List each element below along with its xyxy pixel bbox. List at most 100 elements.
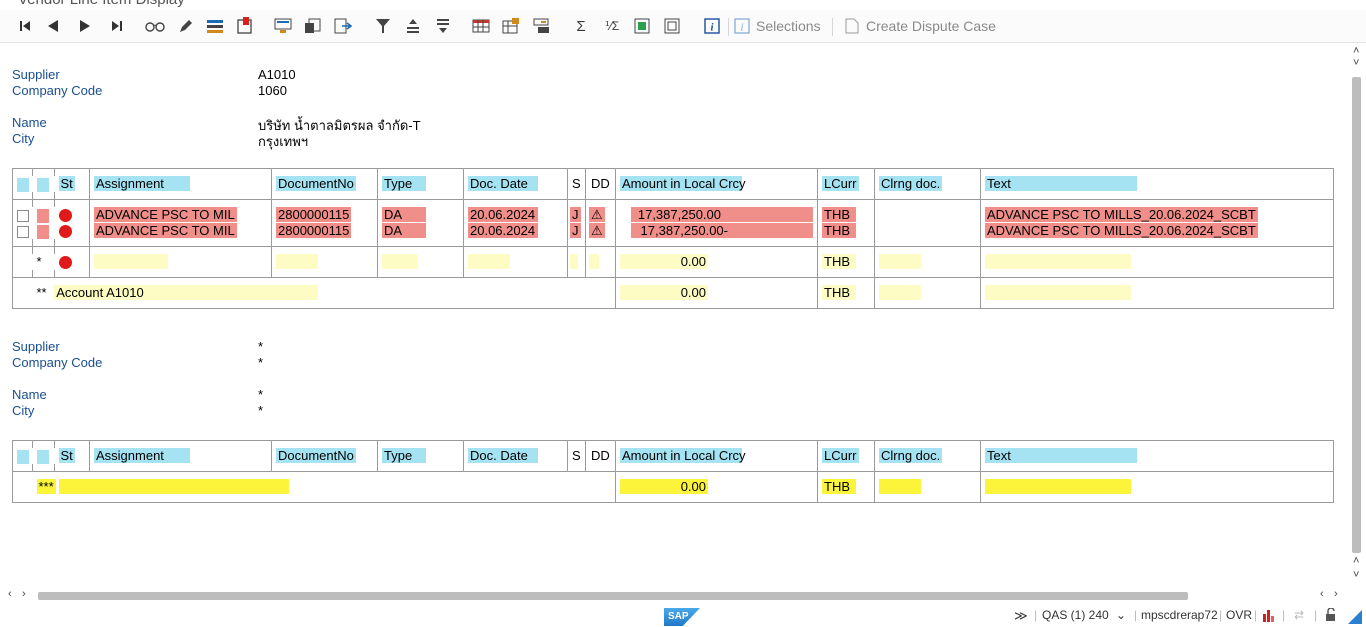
table-row[interactable]: ADVANCE PSC TO MIL 2800000115 DA 20.06.2…	[12, 223, 1334, 239]
col-st[interactable]: St	[58, 448, 75, 463]
col-amount[interactable]: Amount in Local Crcy	[620, 448, 746, 463]
horizontal-scroll-thumb[interactable]	[38, 592, 1188, 600]
flag-column-header[interactable]	[36, 177, 49, 192]
col-doc-date[interactable]: Doc. Date	[468, 448, 538, 463]
document-no-cell[interactable]: 2800000115	[276, 207, 352, 222]
system-dropdown-icon[interactable]: ⌄	[1116, 608, 1126, 622]
selections-info-icon: i	[734, 16, 750, 36]
col-dd[interactable]: DD	[589, 448, 612, 463]
status-icon	[58, 209, 72, 223]
col-st[interactable]: St	[58, 176, 75, 191]
row-flag	[36, 224, 49, 239]
select-column-header[interactable]	[17, 177, 29, 192]
col-document-no[interactable]: DocumentNo	[276, 448, 356, 463]
detail-icon[interactable]	[272, 16, 294, 36]
scroll-right-end-icon[interactable]: ›	[1334, 588, 1338, 600]
col-type[interactable]: Type	[382, 176, 426, 191]
s-cell: J	[570, 223, 581, 238]
filter-icon[interactable]	[372, 16, 394, 36]
account-total-amount: 0.00	[620, 285, 708, 300]
lcurr-cell: THB	[822, 207, 856, 222]
type-cell: DA	[382, 223, 426, 238]
vertical-scrollbar[interactable]: ˄ ˅ ˄ ˅	[1348, 43, 1366, 588]
deselect-all-icon[interactable]	[662, 16, 682, 36]
col-type[interactable]: Type	[382, 448, 426, 463]
col-text[interactable]: Text	[985, 176, 1137, 191]
document-no-cell[interactable]: 2800000115	[276, 223, 352, 238]
sum-icon[interactable]: Σ	[572, 16, 590, 36]
subtotal-document-no	[276, 254, 318, 269]
export-icon[interactable]	[332, 16, 354, 36]
system-info: QAS (1) 240	[1042, 608, 1109, 622]
subtotal-text	[985, 254, 1131, 269]
last-page-icon[interactable]	[108, 16, 126, 36]
vertical-scroll-thumb[interactable]	[1352, 77, 1361, 553]
col-text[interactable]: Text	[985, 448, 1137, 463]
create-dispute-case-button[interactable]: Create Dispute Case	[866, 16, 996, 36]
sort-ascending-icon[interactable]	[402, 16, 424, 36]
resize-grip-icon	[1348, 610, 1362, 627]
svg-text:i: i	[710, 22, 714, 34]
layout-icon[interactable]	[470, 16, 492, 36]
horizontal-scrollbar[interactable]: ‹ › ‹ ›	[0, 588, 1348, 604]
report-area: Supplier A1010 Company Code 1060 Name บร…	[0, 43, 1348, 588]
grand-total-amount: 0.00	[620, 479, 708, 494]
save-layout-icon[interactable]	[530, 16, 552, 36]
page-up-icon[interactable]: ˅	[1353, 57, 1359, 69]
table-row[interactable]: ADVANCE PSC TO MIL 2800000115 DA 20.06.2…	[12, 207, 1334, 223]
col-s[interactable]: S	[570, 176, 583, 191]
col-dd[interactable]: DD	[589, 176, 612, 191]
previous-page-icon[interactable]	[44, 16, 62, 36]
col-s[interactable]: S	[570, 448, 583, 463]
mass-change-icon[interactable]	[204, 16, 226, 36]
flag-column-header[interactable]	[36, 449, 49, 464]
col-clrng-doc[interactable]: Clrng doc.	[879, 448, 943, 463]
name-value-2: *	[258, 387, 264, 402]
subtotal-assignment	[94, 254, 168, 269]
row-checkbox[interactable]	[17, 225, 29, 238]
lock-icon[interactable]	[1324, 607, 1338, 625]
col-amount[interactable]: Amount in Local Crcy	[620, 176, 746, 191]
grand-total-table: St Assignment DocumentNo Type Doc. Date …	[12, 440, 1334, 503]
col-assignment[interactable]: Assignment	[94, 448, 190, 463]
scroll-left-icon[interactable]: ‹	[8, 588, 12, 600]
subtotal-lcurr: THB	[822, 254, 856, 269]
info-icon[interactable]: i	[702, 16, 722, 36]
first-page-icon[interactable]	[16, 16, 34, 36]
company-code-value-2: *	[258, 355, 264, 370]
select-all-icon[interactable]	[632, 16, 652, 36]
copy-icon[interactable]	[302, 16, 324, 36]
next-page-icon[interactable]	[76, 16, 94, 36]
col-document-no[interactable]: DocumentNo	[276, 176, 356, 191]
sort-descending-icon[interactable]	[432, 16, 454, 36]
account-total-lcurr: THB	[822, 285, 856, 300]
select-column-header[interactable]	[17, 449, 29, 464]
change-layout-icon[interactable]	[500, 16, 522, 36]
col-clrng-doc[interactable]: Clrng doc.	[879, 176, 943, 191]
subtotal-marker: *	[36, 254, 42, 269]
subtotal-icon[interactable]: ⅟Σ	[602, 16, 622, 36]
alert-icon[interactable]	[234, 16, 256, 36]
chart-icon[interactable]	[1262, 608, 1276, 625]
application-toolbar: Σ ⅟Σ i i Selections Create Dispute Case	[0, 10, 1366, 43]
col-lcurr[interactable]: LCurr	[822, 176, 859, 191]
selections-button[interactable]: Selections	[756, 16, 821, 36]
scroll-left-end-icon[interactable]: ‹	[1320, 588, 1324, 600]
pencil-icon[interactable]	[176, 16, 196, 36]
glasses-icon[interactable]	[144, 16, 166, 36]
expand-status-icon[interactable]: ≫	[1014, 608, 1028, 624]
col-assignment[interactable]: Assignment	[94, 176, 190, 191]
col-doc-date[interactable]: Doc. Date	[468, 176, 538, 191]
s-cell: J	[570, 207, 581, 222]
scroll-right-icon[interactable]: ›	[22, 588, 26, 600]
insert-mode[interactable]: OVR	[1226, 608, 1252, 622]
scroll-up-icon[interactable]: ˄	[1353, 45, 1359, 57]
col-lcurr[interactable]: LCurr	[822, 448, 859, 463]
scroll-down-icon[interactable]: ˅	[1353, 569, 1359, 581]
row-checkbox[interactable]	[17, 209, 29, 222]
city-value: กรุงเทพฯ	[258, 134, 309, 149]
column-header-row: St Assignment DocumentNo Type Doc. Date …	[12, 176, 1334, 192]
amount-cell: 17,387,250.00-	[631, 223, 813, 238]
page-down-icon[interactable]: ˄	[1353, 555, 1359, 567]
supplier-value: A1010	[258, 67, 296, 82]
